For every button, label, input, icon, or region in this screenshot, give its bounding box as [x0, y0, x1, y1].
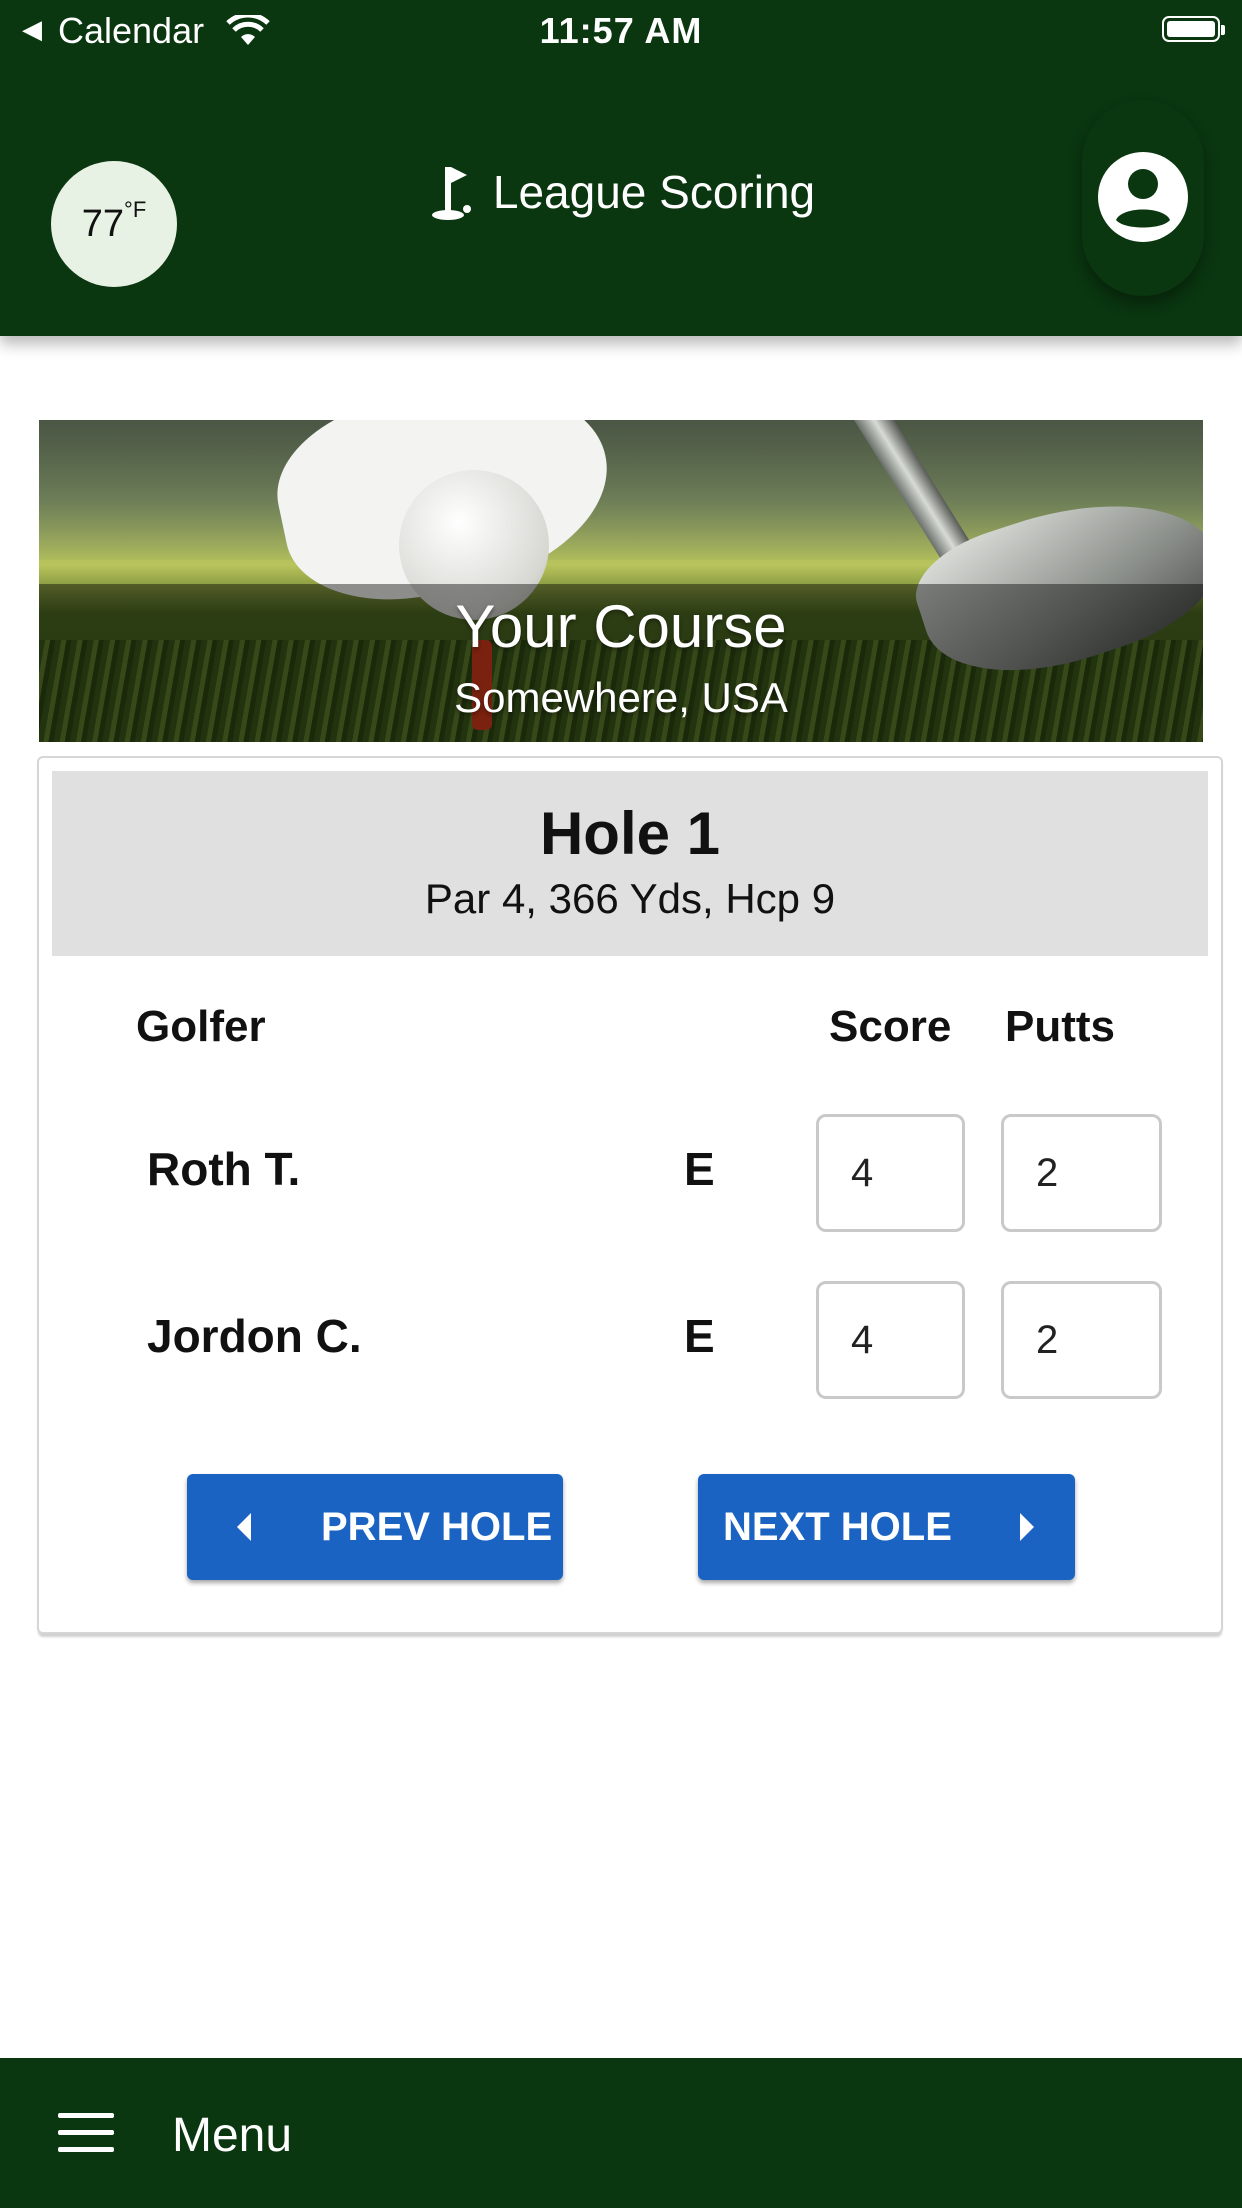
golf-flag-icon	[431, 167, 471, 220]
menu-label[interactable]: Menu	[172, 2108, 292, 2163]
chevron-left-icon	[237, 1513, 251, 1541]
hole-title: Hole 1	[539, 800, 721, 867]
page-title-text: League Scoring	[492, 166, 816, 218]
battery-icon	[1162, 16, 1225, 42]
score-card: Hole 1 Par 4, 366 Yds, Hcp 9 Golfer Scor…	[37, 756, 1223, 1634]
next-hole-button[interactable]: NEXT HOLE	[698, 1474, 1075, 1580]
course-name: Your Course	[455, 593, 787, 660]
course-banner: Your Course Somewhere, USA	[39, 420, 1203, 742]
relative-score: E	[684, 1310, 715, 1362]
column-header-putts: Putts	[1005, 1002, 1115, 1051]
status-bar: ◀ Calendar 11:57 AM	[0, 0, 1242, 62]
status-time: 11:57 AM	[539, 10, 703, 51]
app-header: ◀ Calendar 11:57 AM 77 °F League Scoring	[0, 0, 1242, 336]
profile-button[interactable]	[1082, 100, 1204, 296]
account-circle-icon	[1098, 152, 1188, 242]
next-hole-label: NEXT HOLE	[723, 1504, 952, 1549]
putts-input[interactable]	[1001, 1281, 1162, 1399]
prev-hole-label: PREV HOLE	[321, 1504, 553, 1549]
page-title: League Scoring	[0, 163, 1242, 221]
bottom-menu-bar[interactable]: Menu	[0, 2058, 1242, 2208]
golfer-name: Jordon C.	[147, 1310, 362, 1362]
course-location: Somewhere, USA	[454, 674, 788, 721]
column-header-score: Score	[829, 1002, 952, 1051]
hole-header: Hole 1 Par 4, 366 Yds, Hcp 9	[52, 771, 1208, 956]
hamburger-menu-icon[interactable]	[58, 2113, 114, 2153]
putts-input[interactable]	[1001, 1114, 1162, 1232]
score-input[interactable]	[816, 1281, 965, 1399]
chevron-right-icon	[1019, 1513, 1034, 1541]
column-header-golfer: Golfer	[136, 1002, 266, 1051]
relative-score: E	[684, 1143, 715, 1195]
golfer-name: Roth T.	[147, 1143, 301, 1195]
score-input[interactable]	[816, 1114, 965, 1232]
hole-info: Par 4, 366 Yds, Hcp 9	[424, 875, 836, 922]
prev-hole-button[interactable]: PREV HOLE	[187, 1474, 563, 1580]
